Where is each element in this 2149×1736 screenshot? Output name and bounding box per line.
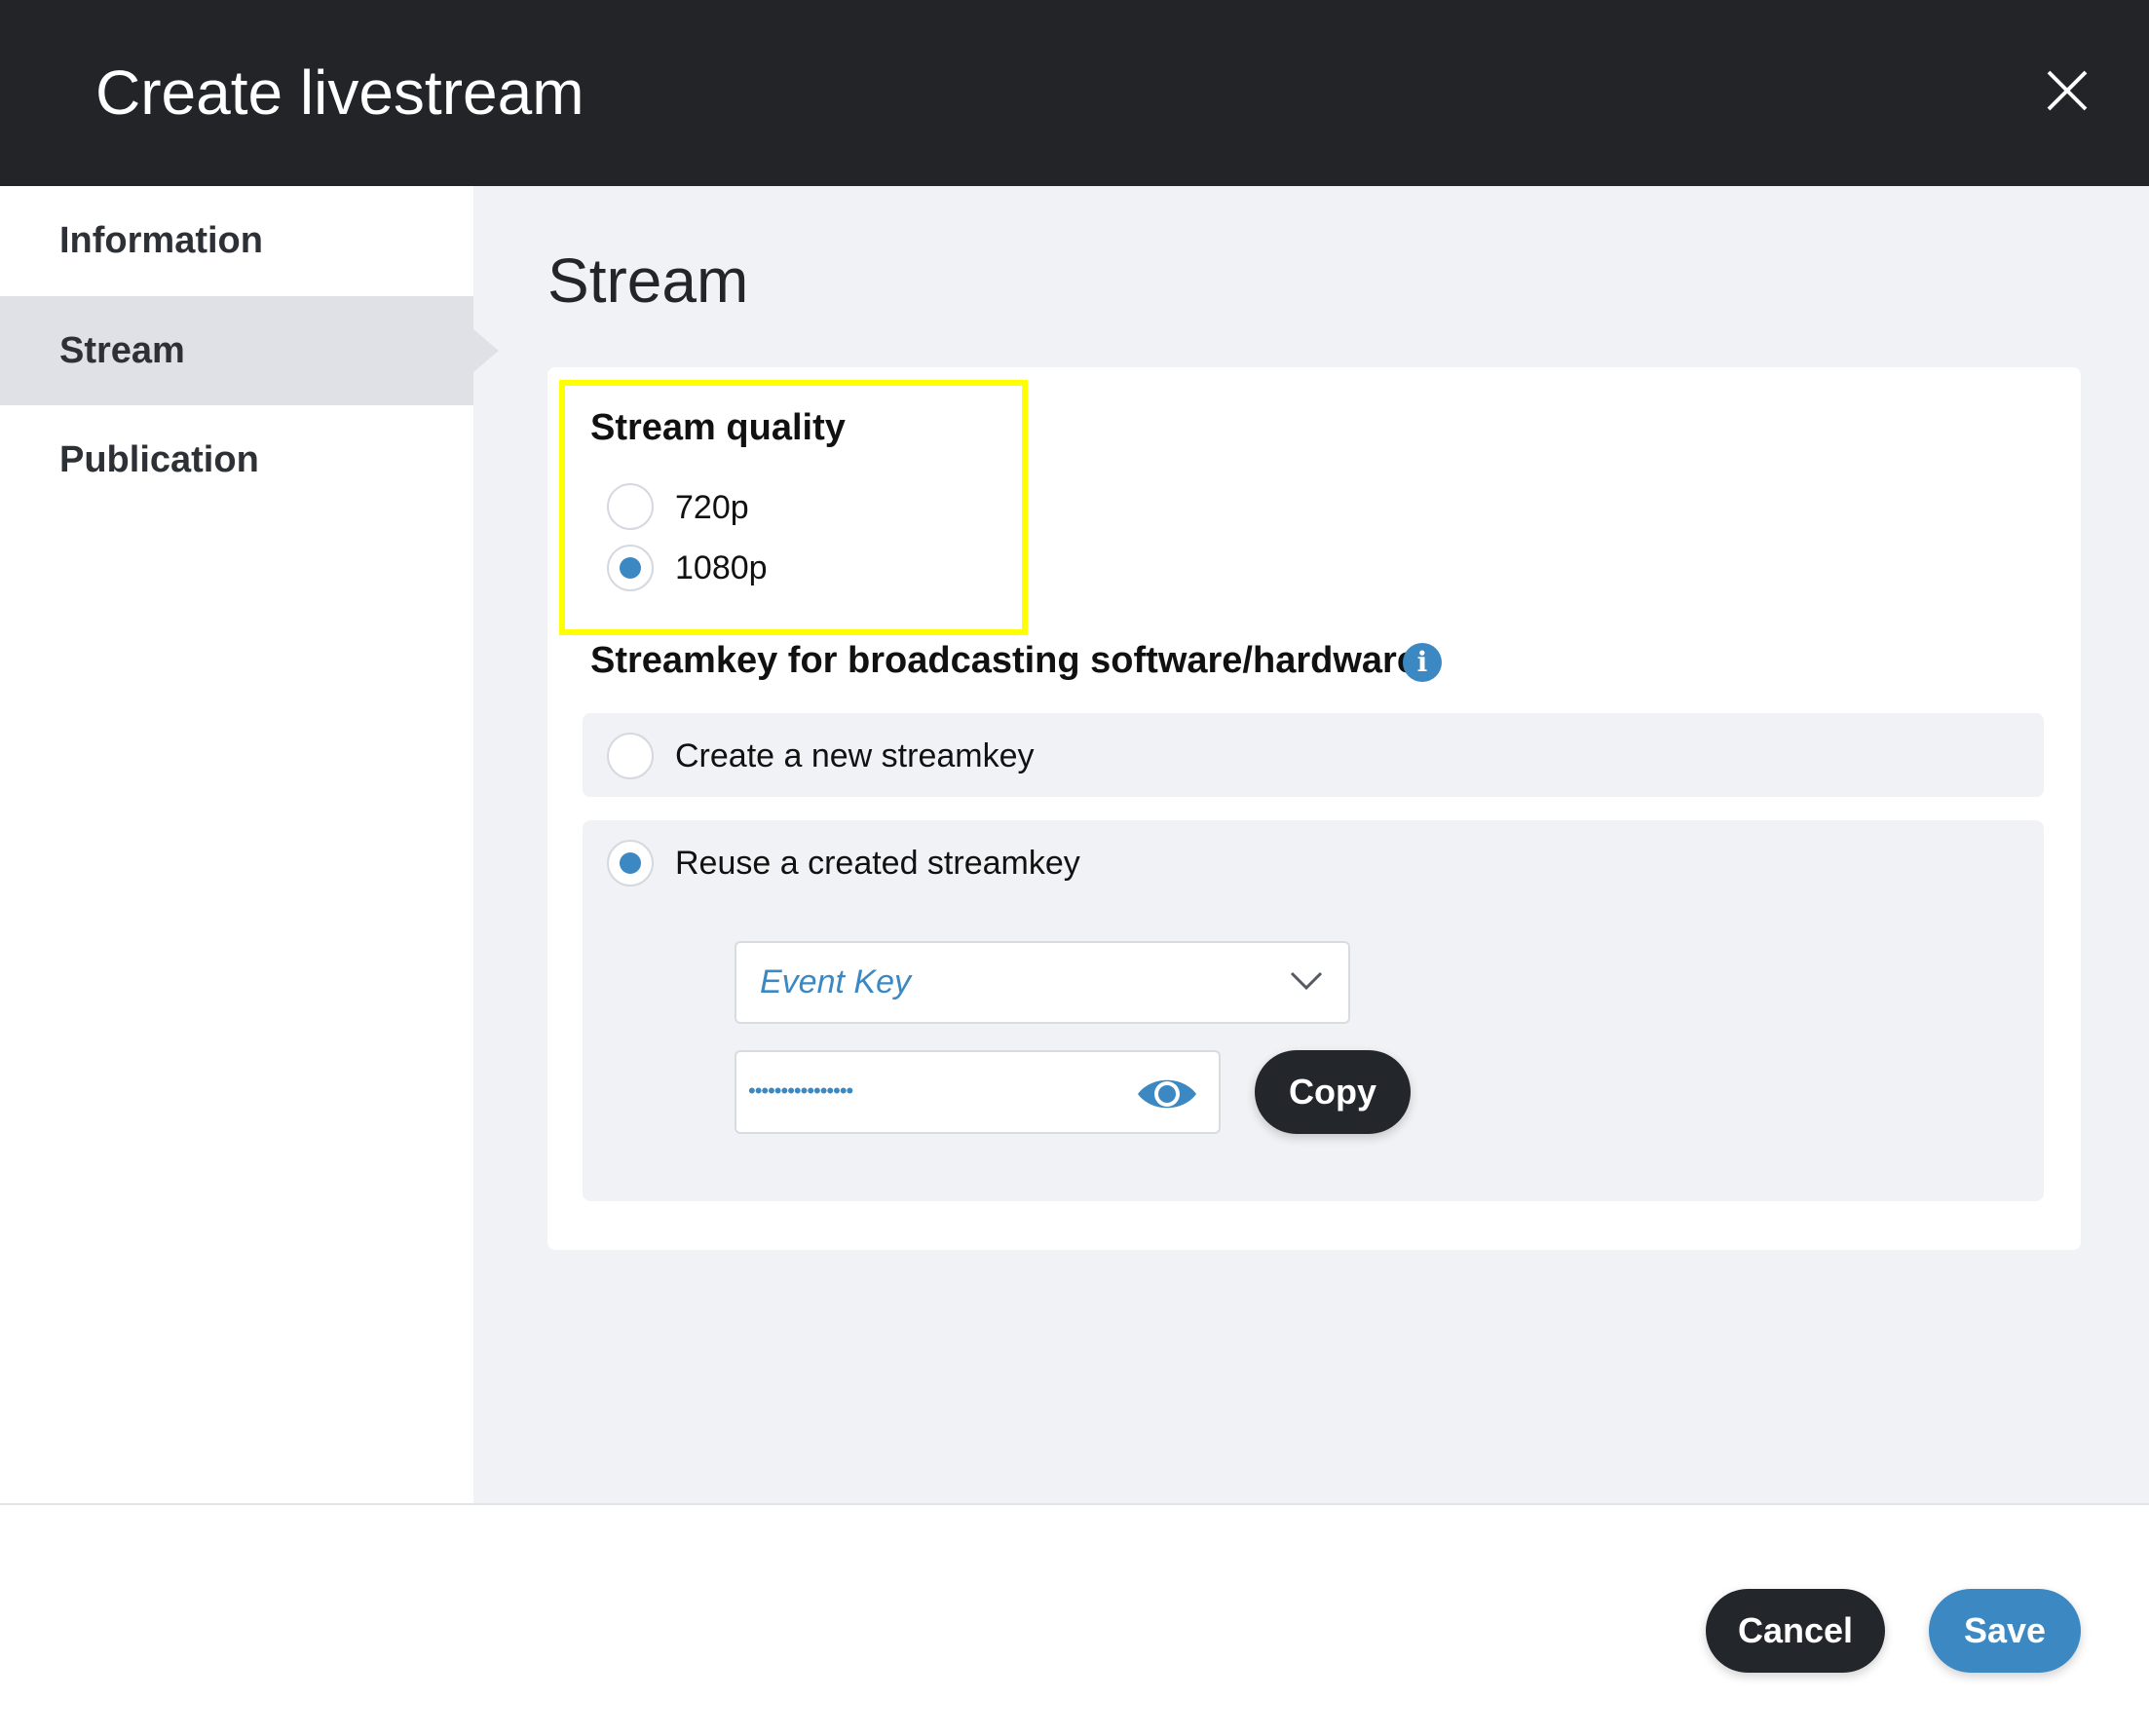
chevron-down-icon <box>1290 970 1323 992</box>
streamkey-field[interactable]: •••••••••••••••• <box>735 1050 1221 1134</box>
sidebar-item-stream[interactable]: Stream <box>0 296 473 405</box>
cancel-button[interactable]: Cancel <box>1706 1589 1885 1673</box>
new-streamkey-label[interactable]: Create a new streamkey <box>675 735 1035 777</box>
section-title: Stream <box>547 245 749 316</box>
event-key-select[interactable]: Event Key <box>735 941 1350 1024</box>
active-indicator-arrow <box>473 329 499 372</box>
reuse-streamkey-label[interactable]: Reuse a created streamkey <box>675 842 1080 885</box>
save-button[interactable]: Save <box>1929 1589 2081 1673</box>
event-key-select-value: Event Key <box>760 963 911 1000</box>
eye-icon[interactable] <box>1136 1076 1198 1113</box>
sidebar-item-information[interactable]: Information <box>0 186 473 295</box>
sidebar-item-publication[interactable]: Publication <box>0 405 473 514</box>
streamkey-label: Streamkey for broadcasting software/hard… <box>590 640 1417 681</box>
radio-reuse-streamkey[interactable] <box>607 840 654 887</box>
highlight-box <box>559 380 1028 635</box>
close-icon[interactable] <box>2045 68 2090 113</box>
copy-button[interactable]: Copy <box>1255 1050 1411 1134</box>
info-icon[interactable]: i <box>1403 643 1442 682</box>
radio-new-streamkey[interactable] <box>607 733 654 779</box>
dialog-header: Create livestream <box>0 0 2149 186</box>
streamkey-masked-value: •••••••••••••••• <box>748 1078 853 1103</box>
dialog-title: Create livestream <box>95 57 584 128</box>
